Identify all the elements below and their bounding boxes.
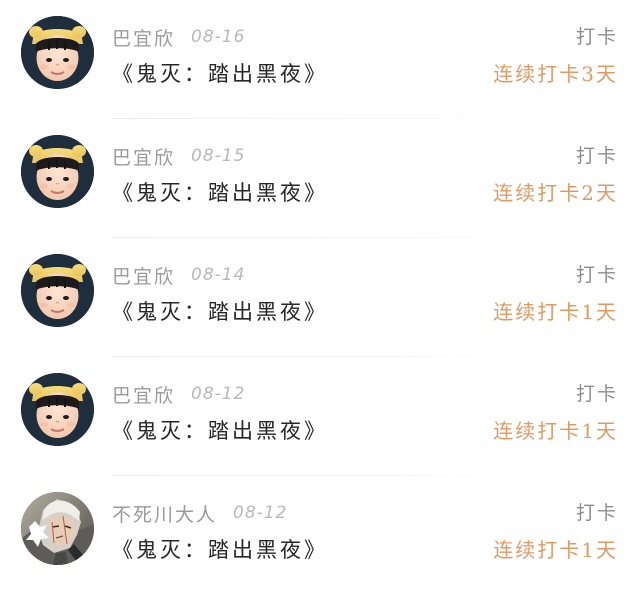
avatar[interactable] (21, 254, 94, 327)
check-in-button[interactable]: 打卡 (576, 381, 618, 407)
check-in-button[interactable]: 打卡 (576, 500, 618, 526)
post-date: 08-16 (191, 27, 246, 47)
list-item[interactable]: 巴宜欣 08-14 《鬼灭：踏出黑夜》 打卡 连续打卡1天 (0, 238, 640, 357)
streak-text: 连续打卡3天 (493, 62, 618, 86)
post-date: 08-15 (191, 146, 246, 166)
avatar[interactable] (21, 492, 94, 565)
post-meta: 巴宜欣 08-14 (112, 262, 245, 288)
check-in-feed: 巴宜欣 08-16 《鬼灭：踏出黑夜》 打卡 连续打卡3天 巴宜欣 08-15 … (0, 0, 640, 595)
post-date: 08-12 (191, 384, 246, 404)
avatar[interactable] (21, 373, 94, 446)
check-in-button[interactable]: 打卡 (576, 262, 618, 288)
book-title[interactable]: 《鬼灭：踏出黑夜》 (112, 296, 328, 328)
avatar[interactable] (21, 135, 94, 208)
post-date: 08-14 (191, 265, 246, 285)
username[interactable]: 不死川大人 (112, 500, 217, 527)
list-item[interactable]: 不死川大人 08-12 《鬼灭：踏出黑夜》 打卡 连续打卡1天 (0, 476, 640, 595)
post-meta: 巴宜欣 08-15 (112, 143, 245, 169)
toddler-yellow-hat-avatar-icon (21, 16, 94, 89)
check-in-button[interactable]: 打卡 (576, 24, 618, 50)
toddler-yellow-hat-avatar-icon (21, 135, 94, 208)
username[interactable]: 巴宜欣 (112, 381, 175, 408)
list-item[interactable]: 巴宜欣 08-16 《鬼灭：踏出黑夜》 打卡 连续打卡3天 (0, 0, 640, 119)
book-title[interactable]: 《鬼灭：踏出黑夜》 (112, 415, 328, 447)
anime-character-avatar-icon (21, 492, 94, 565)
username[interactable]: 巴宜欣 (112, 143, 175, 170)
book-title[interactable]: 《鬼灭：踏出黑夜》 (112, 534, 328, 566)
post-meta: 不死川大人 08-12 (112, 500, 287, 526)
username[interactable]: 巴宜欣 (112, 262, 175, 289)
streak-text: 连续打卡1天 (493, 538, 618, 562)
post-meta: 巴宜欣 08-16 (112, 24, 245, 50)
streak-text: 连续打卡1天 (493, 419, 618, 443)
post-date: 08-12 (233, 503, 288, 523)
list-item[interactable]: 巴宜欣 08-12 《鬼灭：踏出黑夜》 打卡 连续打卡1天 (0, 357, 640, 476)
streak-text: 连续打卡2天 (493, 181, 618, 205)
book-title[interactable]: 《鬼灭：踏出黑夜》 (112, 177, 328, 209)
post-meta: 巴宜欣 08-12 (112, 381, 245, 407)
avatar[interactable] (21, 16, 94, 89)
list-item[interactable]: 巴宜欣 08-15 《鬼灭：踏出黑夜》 打卡 连续打卡2天 (0, 119, 640, 238)
check-in-button[interactable]: 打卡 (576, 143, 618, 169)
streak-text: 连续打卡1天 (493, 300, 618, 324)
book-title[interactable]: 《鬼灭：踏出黑夜》 (112, 58, 328, 90)
toddler-yellow-hat-avatar-icon (21, 254, 94, 327)
username[interactable]: 巴宜欣 (112, 24, 175, 51)
toddler-yellow-hat-avatar-icon (21, 373, 94, 446)
